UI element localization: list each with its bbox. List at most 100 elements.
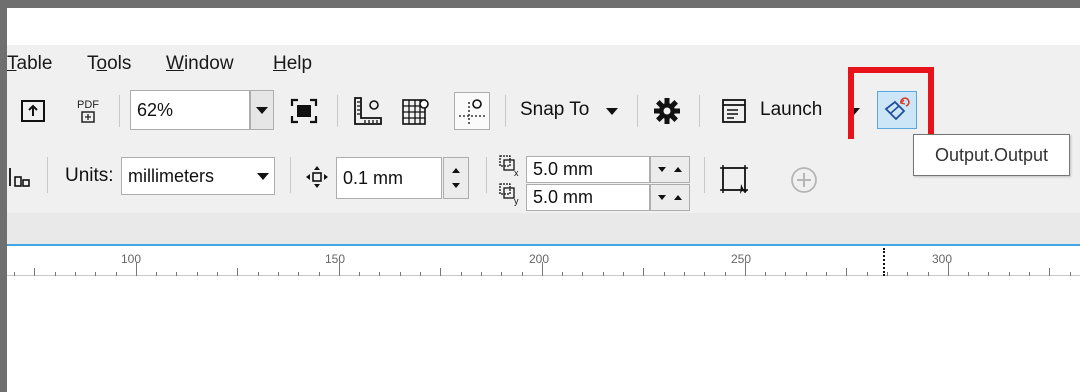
ruler-tick <box>664 272 665 276</box>
ruler-tick <box>95 272 96 276</box>
ruler-tick <box>562 272 563 276</box>
cursor-position-marker <box>883 248 885 276</box>
ruler-tick <box>643 268 644 276</box>
ruler-tick <box>278 272 279 276</box>
ruler-tick <box>75 272 76 276</box>
units-value: millimeters <box>128 165 215 186</box>
ruler-label-200: 200 <box>529 252 550 266</box>
ruler-tick <box>1070 272 1071 276</box>
pdf-label: PDF <box>77 99 99 111</box>
ruler-label-150: 150 <box>325 252 346 266</box>
separator <box>699 95 700 127</box>
ruler-label-300: 300 <box>932 252 953 266</box>
ruler-label-250: 250 <box>731 252 752 266</box>
menu-help[interactable]: Help <box>273 53 312 75</box>
show-guidelines-icon[interactable] <box>454 92 490 130</box>
show-grid-icon[interactable] <box>400 95 432 127</box>
spin-up-icon[interactable] <box>452 168 460 173</box>
tooltip: Output.Output <box>913 134 1070 176</box>
nudge-value: 0.1 mm <box>343 167 404 188</box>
units-dropdown-button[interactable] <box>251 157 275 195</box>
separator <box>337 95 338 127</box>
spin-up-icon[interactable] <box>673 195 682 200</box>
ruler-tick <box>1029 272 1030 276</box>
ruler-tick <box>582 272 583 276</box>
ruler-tick <box>116 272 117 276</box>
spin-down-icon[interactable] <box>658 195 667 200</box>
spin-up-icon[interactable] <box>673 167 682 172</box>
ruler-tick <box>1009 272 1010 276</box>
chevron-down-icon <box>256 172 269 180</box>
menu-tools[interactable]: Tools <box>87 53 131 75</box>
zoom-dropdown-button[interactable] <box>250 90 274 130</box>
separator <box>486 157 487 193</box>
publish-pdf-icon[interactable]: PDF <box>71 95 105 127</box>
units-combo[interactable]: millimeters <box>121 157 251 195</box>
ruler-tick <box>785 272 786 276</box>
ruler-tick <box>217 272 218 276</box>
horizontal-ruler[interactable]: 100 150 200 250 300 <box>7 248 1080 276</box>
add-icon <box>789 165 819 195</box>
duplicate-x-spinner[interactable] <box>650 156 690 183</box>
ruler-tick <box>542 262 543 276</box>
ruler-tick <box>603 272 604 276</box>
ruler-tick <box>948 262 949 276</box>
ruler-tick <box>806 272 807 276</box>
ruler-tick <box>765 272 766 276</box>
nudge-spinner[interactable] <box>443 157 469 199</box>
drawing-canvas[interactable] <box>7 277 1080 392</box>
ruler-label-100: 100 <box>121 252 142 266</box>
spin-down-icon[interactable] <box>452 183 460 188</box>
duplicate-y-input[interactable]: 5.0 mm <box>526 184 650 211</box>
app-window: Table Tools Window Help PDF 62% Snap To … <box>7 8 1080 392</box>
ruler-tick <box>887 272 888 276</box>
ruler-tick <box>867 272 868 276</box>
ruler-tick <box>319 272 320 276</box>
ruler-tick <box>14 272 15 276</box>
svg-text:x: x <box>514 168 519 178</box>
application-launcher-icon[interactable] <box>719 96 749 126</box>
duplicate-y-spinner[interactable] <box>650 184 690 211</box>
show-rulers-icon[interactable] <box>352 95 384 127</box>
spin-down-icon[interactable] <box>658 167 667 172</box>
duplicate-x-input[interactable]: 5.0 mm <box>526 156 650 183</box>
zoom-value: 62% <box>137 99 174 120</box>
menu-table[interactable]: Table <box>7 53 52 75</box>
ruler-tick <box>359 272 360 276</box>
ruler-tick <box>400 272 401 276</box>
snap-to-label[interactable]: Snap To <box>520 99 589 121</box>
nudge-distance-input[interactable]: 0.1 mm <box>336 157 442 199</box>
ruler-tick <box>907 272 908 276</box>
tooltip-text: Output.Output <box>934 144 1049 165</box>
ruler-tick <box>826 272 827 276</box>
full-screen-preview-icon[interactable] <box>288 96 320 126</box>
svg-text:y: y <box>514 196 519 206</box>
align-icon[interactable] <box>7 165 33 189</box>
ruler-tick <box>725 272 726 276</box>
ruler-tick <box>704 272 705 276</box>
ruler-tick <box>968 272 969 276</box>
ruler-tick <box>1049 268 1050 276</box>
gear-icon[interactable] <box>651 95 683 127</box>
ruler-tick <box>745 262 746 276</box>
ruler-tick <box>176 272 177 276</box>
export-icon[interactable] <box>19 97 47 125</box>
chevron-down-icon[interactable] <box>605 105 619 117</box>
ruler-tick <box>258 272 259 276</box>
launch-label[interactable]: Launch <box>760 99 822 121</box>
ruler-tick <box>55 272 56 276</box>
units-label: Units: <box>65 165 114 186</box>
ruler-tick <box>298 272 299 276</box>
duplicate-y-icon: y <box>497 181 523 207</box>
separator <box>119 95 120 127</box>
ruler-tick <box>440 268 441 276</box>
separator <box>505 95 506 127</box>
zoom-combo[interactable]: 62% <box>130 90 250 130</box>
ruler-tick <box>481 272 482 276</box>
chevron-down-icon <box>256 106 268 114</box>
page-frame-icon[interactable] <box>716 161 752 197</box>
ruler-tick <box>156 272 157 276</box>
ruler-tick <box>988 272 989 276</box>
dup-y-value: 5.0 mm <box>533 187 594 207</box>
menu-window[interactable]: Window <box>166 53 234 75</box>
